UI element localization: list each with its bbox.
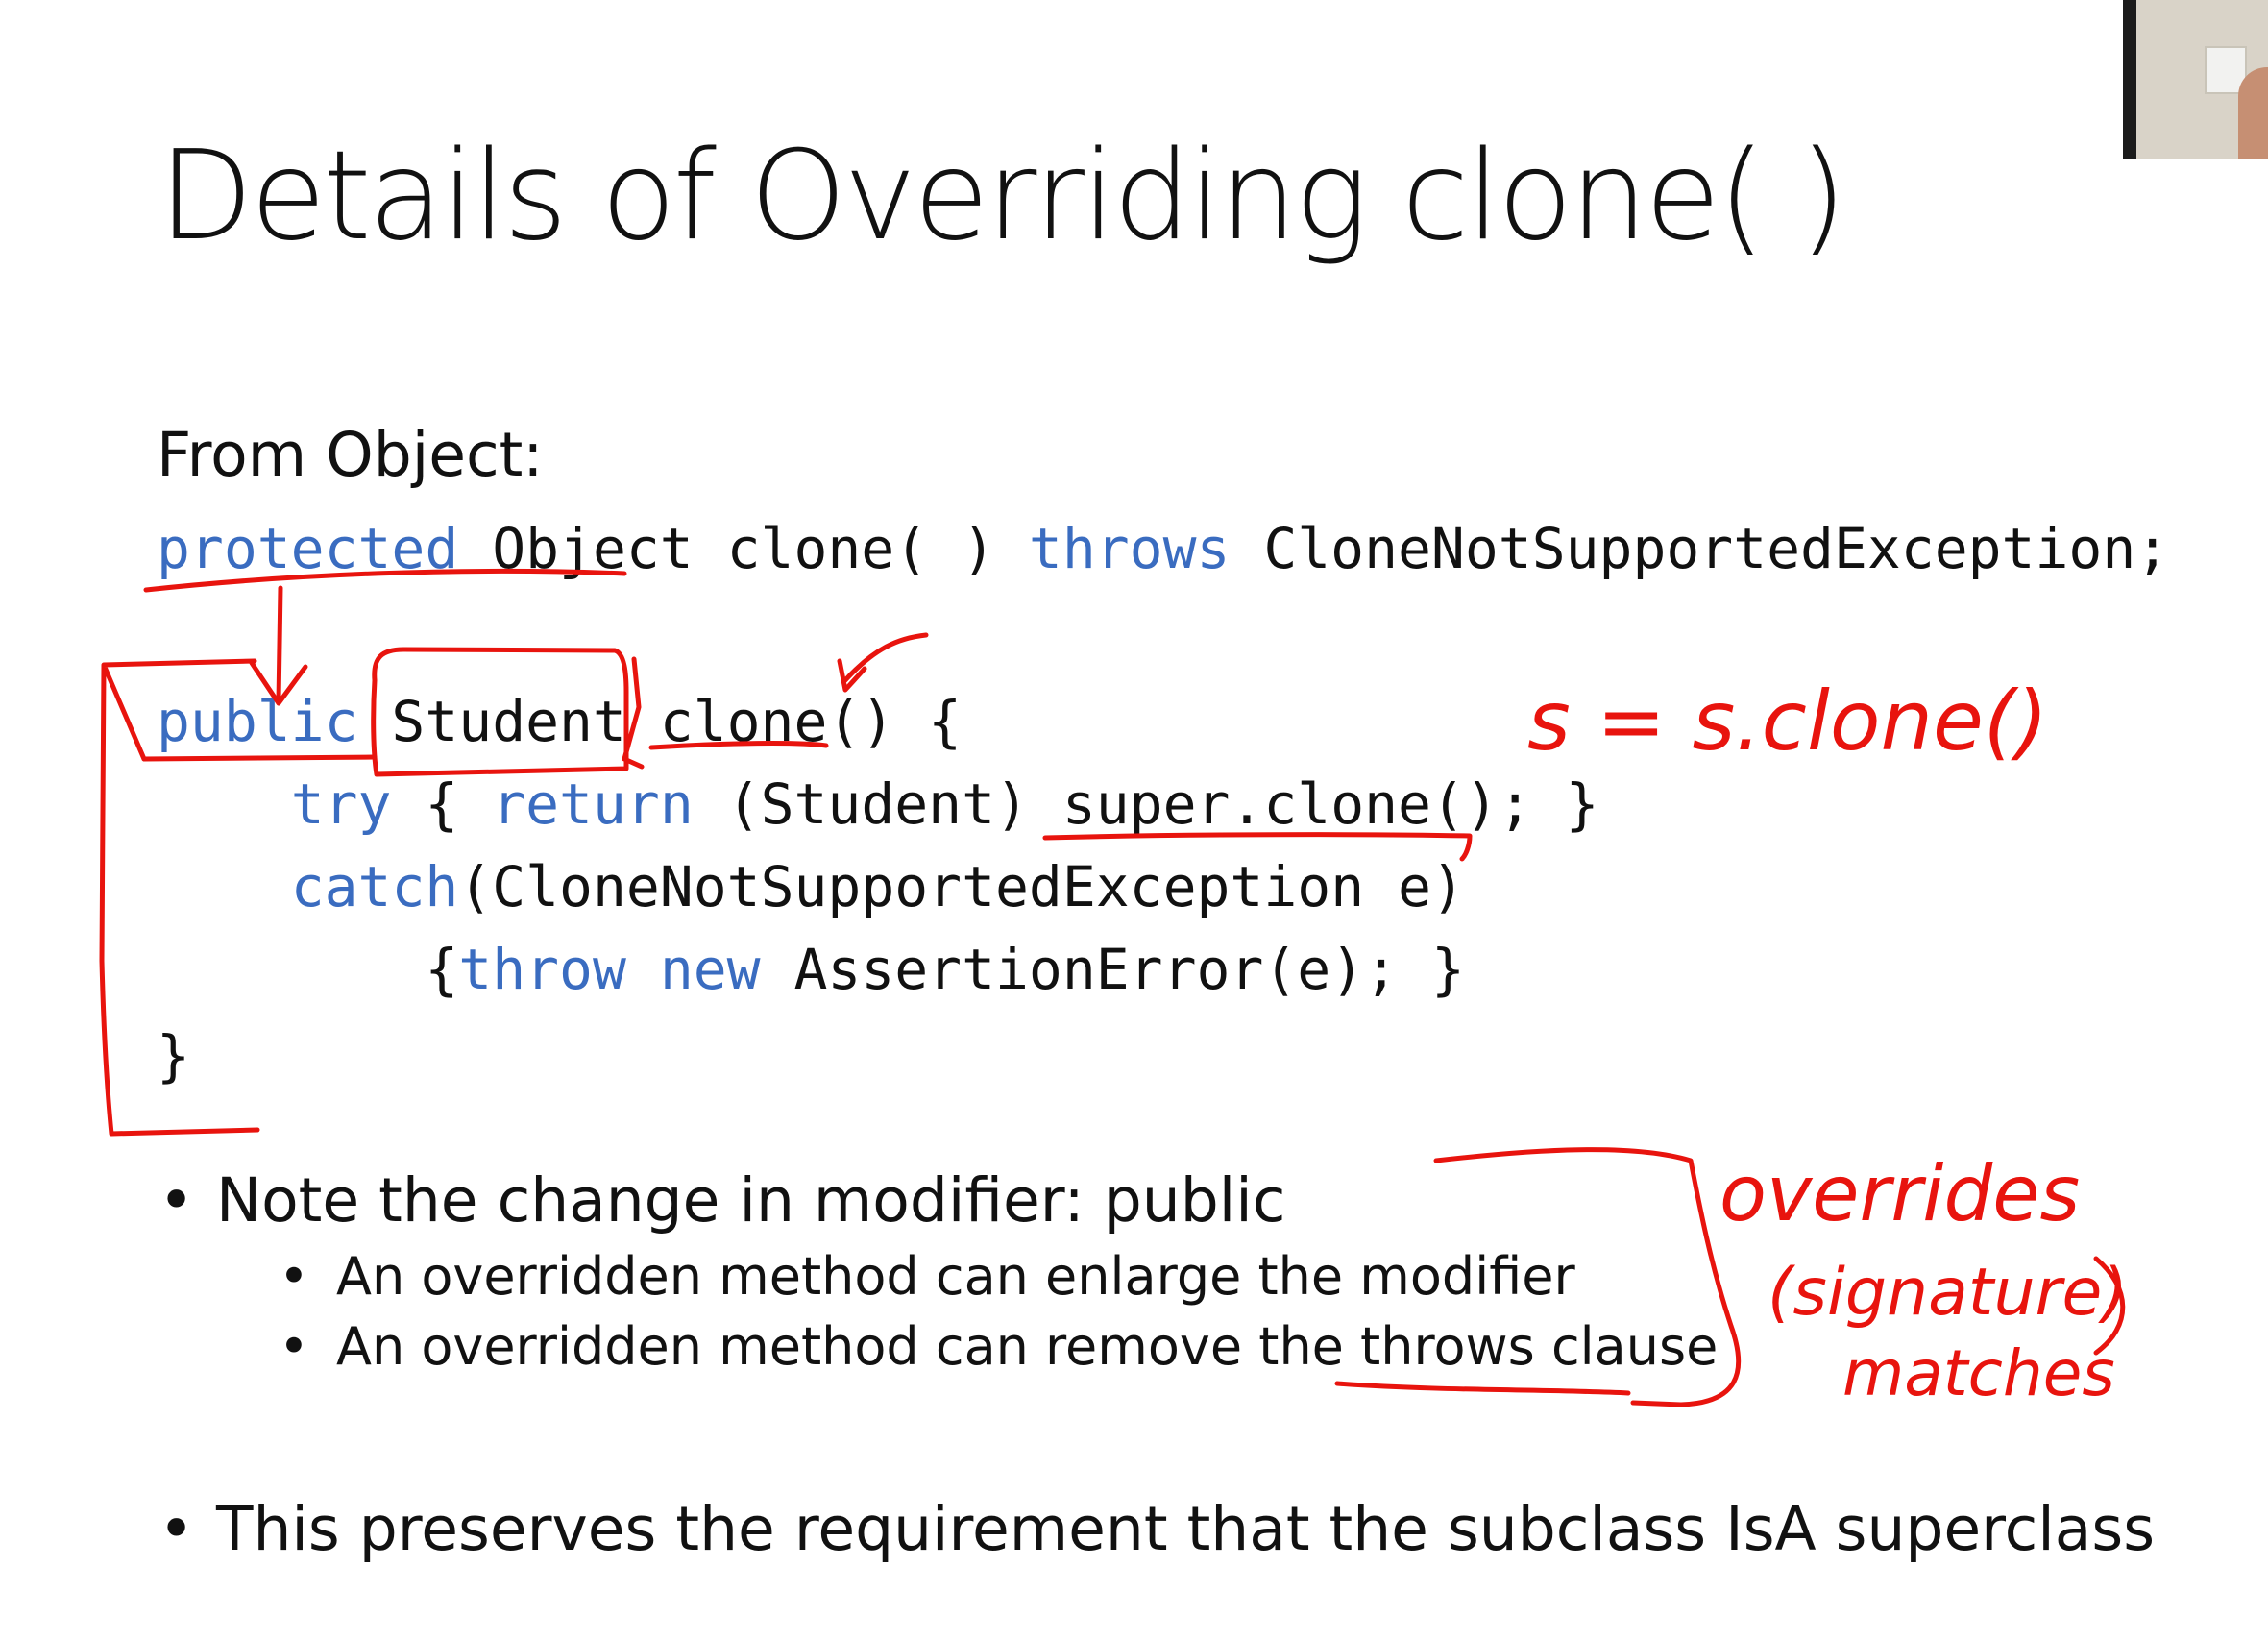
box-student: [371, 647, 629, 777]
slide: Details of Overriding clone( ) From Obje…: [0, 0, 2268, 1640]
annotation-signature: (signature): [1768, 1255, 2128, 1331]
underline-protected-object: [143, 568, 627, 593]
handwritten-annotations: s = s.clone() overrides (signature) matc…: [99, 568, 2128, 1410]
arrow-to-parens: [837, 632, 929, 693]
bracket-method-block: [99, 658, 260, 1137]
annotation-overrides: overrides: [1719, 1149, 2080, 1238]
arrow-down-shaft: [276, 585, 283, 704]
underline-throws-clause: [1334, 1381, 1631, 1396]
brace-bullets: [1433, 1147, 1742, 1407]
underline-super-clone: [1042, 832, 1473, 862]
annotation-assignment: s = s.clone(): [1527, 673, 2048, 770]
underline-public-student: [141, 754, 378, 762]
annotation-matches: matches: [1842, 1336, 2115, 1410]
underline-clone: [648, 741, 829, 750]
